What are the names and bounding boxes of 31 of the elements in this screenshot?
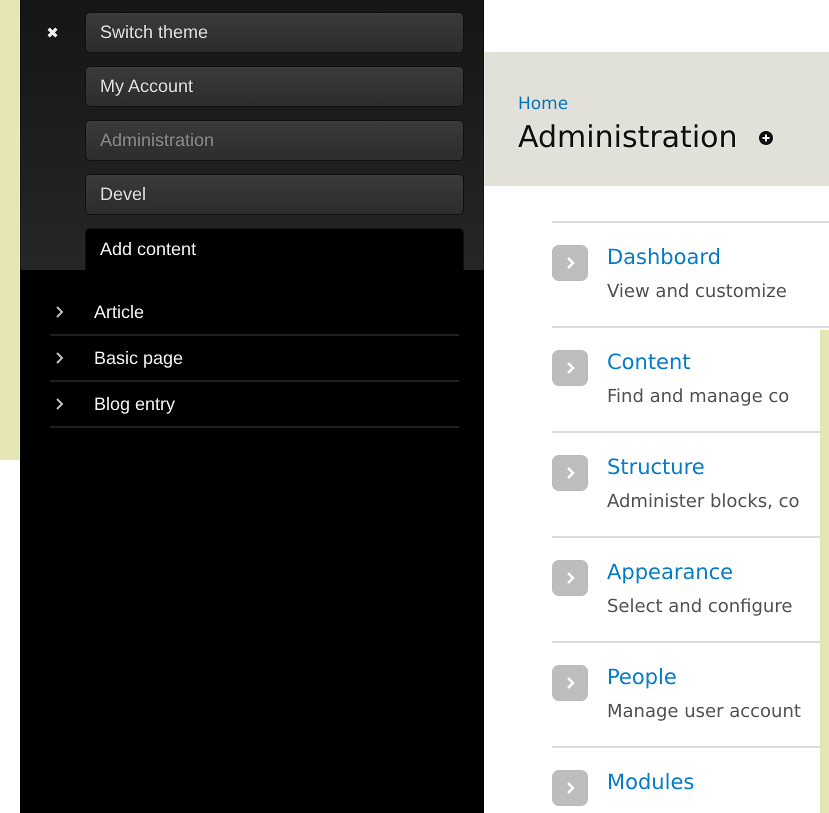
section-description: Find and manage co xyxy=(607,386,790,407)
chevron-icon xyxy=(56,306,64,318)
expand-icon[interactable] xyxy=(552,770,588,806)
close-button[interactable]: ✖ xyxy=(46,24,59,42)
section-link[interactable]: Content xyxy=(607,350,790,374)
expand-icon[interactable] xyxy=(552,455,588,491)
toolbar-tab[interactable]: Switch theme xyxy=(85,12,464,53)
toolbar-tab[interactable]: Add content xyxy=(85,228,464,270)
section-description: Select and configure xyxy=(607,596,792,617)
chevron-icon xyxy=(56,352,64,364)
section-link[interactable]: Structure xyxy=(607,455,800,479)
expand-icon[interactable] xyxy=(552,350,588,386)
section-link[interactable]: Appearance xyxy=(607,560,792,584)
expand-icon[interactable] xyxy=(552,245,588,281)
section-link[interactable]: Modules xyxy=(607,770,694,794)
section-description: View and customize xyxy=(607,281,787,302)
toolbar-tab[interactable]: My Account xyxy=(85,66,464,107)
section-description: Manage user account xyxy=(607,701,801,722)
expand-icon[interactable] xyxy=(552,665,588,701)
content-type-link[interactable]: Article xyxy=(94,302,144,322)
section-link[interactable]: People xyxy=(607,665,801,689)
page-title: Administration xyxy=(518,120,738,155)
expand-icon[interactable] xyxy=(552,560,588,596)
content-type-link[interactable]: Blog entry xyxy=(94,394,176,414)
add-shortcut-icon[interactable] xyxy=(758,130,774,146)
chevron-icon xyxy=(56,398,64,410)
breadcrumb-link[interactable]: Home xyxy=(518,94,568,114)
content-type-link[interactable]: Basic page xyxy=(94,348,184,368)
section-link[interactable]: Dashboard xyxy=(607,245,787,269)
section-description: Administer blocks, co xyxy=(607,491,800,512)
toolbar-tab[interactable]: Devel xyxy=(85,174,464,215)
